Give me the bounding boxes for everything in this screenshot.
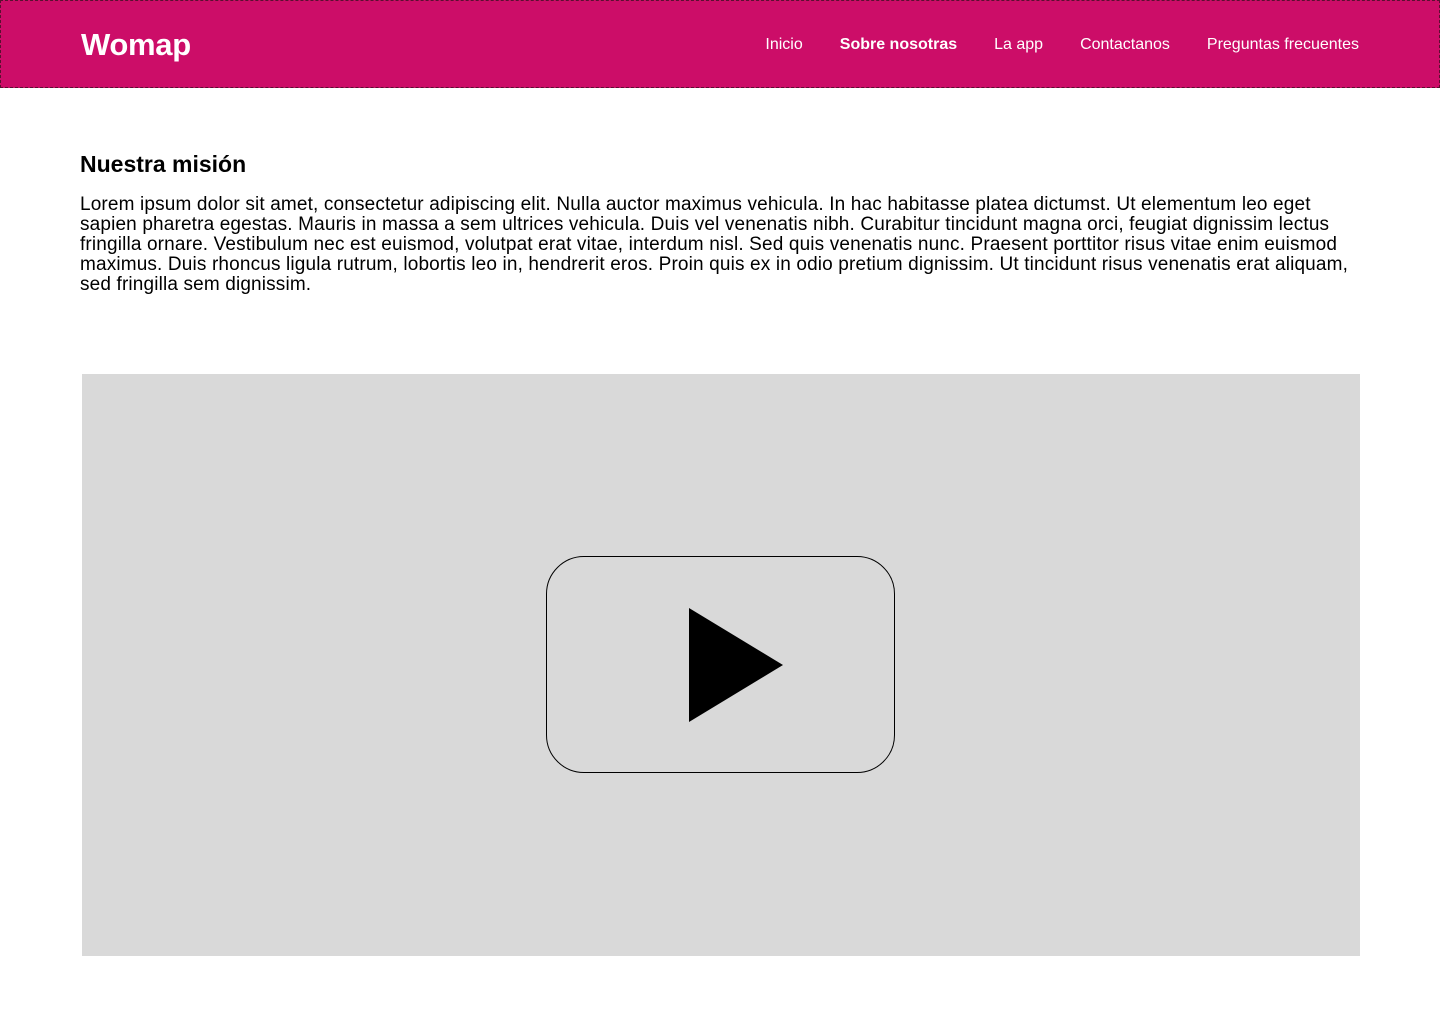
logo[interactable]: Womap bbox=[81, 25, 191, 65]
nav-link-inicio[interactable]: Inicio bbox=[765, 33, 802, 57]
play-button[interactable] bbox=[546, 556, 895, 773]
main-nav: Inicio Sobre nosotras La app Contactanos… bbox=[765, 33, 1359, 57]
mission-text: Lorem ipsum dolor sit amet, consectetur … bbox=[80, 194, 1348, 295]
video-player[interactable] bbox=[82, 374, 1360, 956]
mission-title: Nuestra misión bbox=[80, 151, 247, 177]
nav-link-la-app[interactable]: La app bbox=[994, 33, 1043, 57]
nav-link-sobre-nosotras[interactable]: Sobre nosotras bbox=[840, 33, 957, 57]
nav-link-preguntas-frecuentes[interactable]: Preguntas frecuentes bbox=[1207, 33, 1359, 57]
play-icon bbox=[689, 608, 783, 722]
nav-link-contactanos[interactable]: Contactanos bbox=[1080, 33, 1170, 57]
site-header: Womap Inicio Sobre nosotras La app Conta… bbox=[0, 0, 1440, 88]
